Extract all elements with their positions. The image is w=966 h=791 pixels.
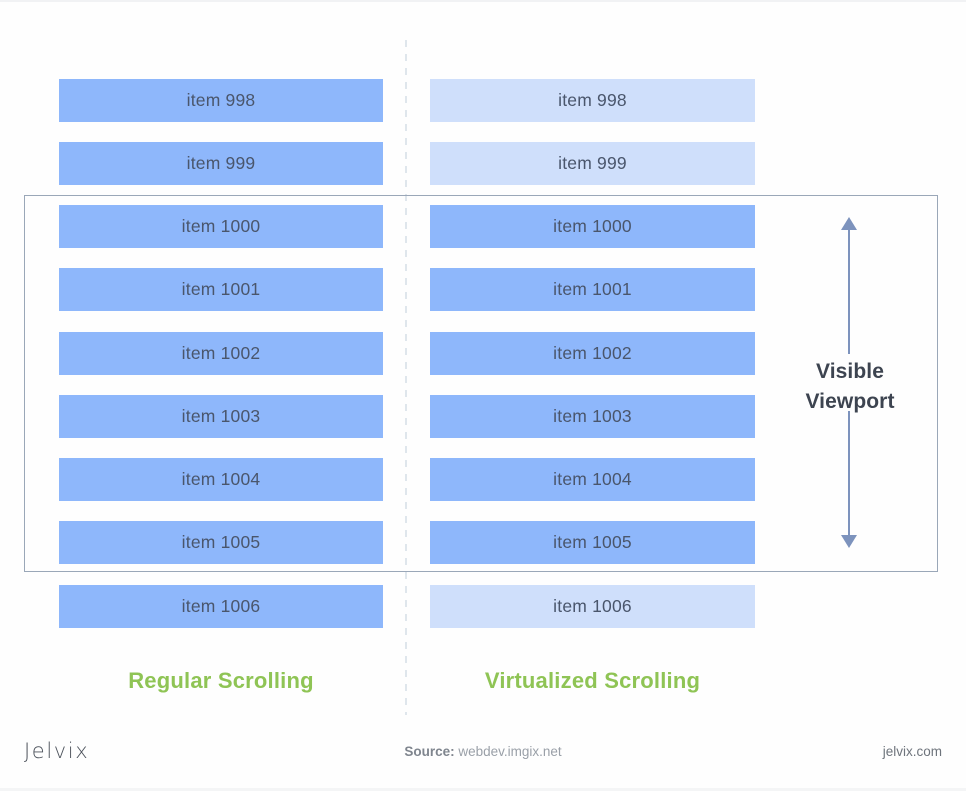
list-item[interactable]: item 1001	[430, 268, 755, 311]
list-item[interactable]: item 1003	[430, 395, 755, 438]
footer: Jelvix Source: webdev.imgix.net jelvix.c…	[0, 735, 966, 780]
list-item[interactable]: item 1005	[430, 521, 755, 564]
source-url: webdev.imgix.net	[458, 744, 562, 759]
list-item[interactable]: item 1006	[430, 585, 755, 628]
diagram-canvas: item 998 item 998 item 999 item 999 item 100…	[0, 0, 966, 791]
list-item[interactable]: item 1002	[430, 332, 755, 375]
source-label: Source:	[404, 744, 455, 759]
list-item[interactable]: item 1003	[59, 395, 383, 438]
list-item[interactable]: item 998	[430, 79, 755, 122]
list-item[interactable]: item 1002	[59, 332, 383, 375]
list-item[interactable]: item 1001	[59, 268, 383, 311]
arrow-down-line	[848, 411, 850, 536]
caption-regular-scrolling: Regular Scrolling	[128, 668, 314, 693]
list-item[interactable]: item 1004	[59, 458, 383, 501]
list-item[interactable]: item 1000	[59, 205, 383, 248]
source-attribution: Source: webdev.imgix.net	[0, 744, 966, 759]
caption-virtualized-scrolling: Virtualized Scrolling	[484, 668, 701, 693]
arrow-down-icon	[841, 535, 857, 548]
list-item[interactable]: item 1004	[430, 458, 755, 501]
visible-viewport-label-line2: Viewport	[805, 390, 895, 414]
visible-viewport-annotation: Visible Viewport	[762, 205, 938, 565]
list-item[interactable]: item 999	[430, 142, 755, 185]
site-url: jelvix.com	[882, 744, 942, 759]
list-item[interactable]: item 1005	[59, 521, 383, 564]
list-item[interactable]: item 999	[59, 142, 383, 185]
list-item[interactable]: item 998	[59, 79, 383, 122]
visible-viewport-label: Visible Viewport	[762, 357, 938, 418]
visible-viewport-label-line1: Visible	[815, 360, 885, 383]
list-item[interactable]: item 1000	[430, 205, 755, 248]
list-item[interactable]: item 1006	[59, 585, 383, 628]
arrow-up-line	[848, 229, 850, 354]
